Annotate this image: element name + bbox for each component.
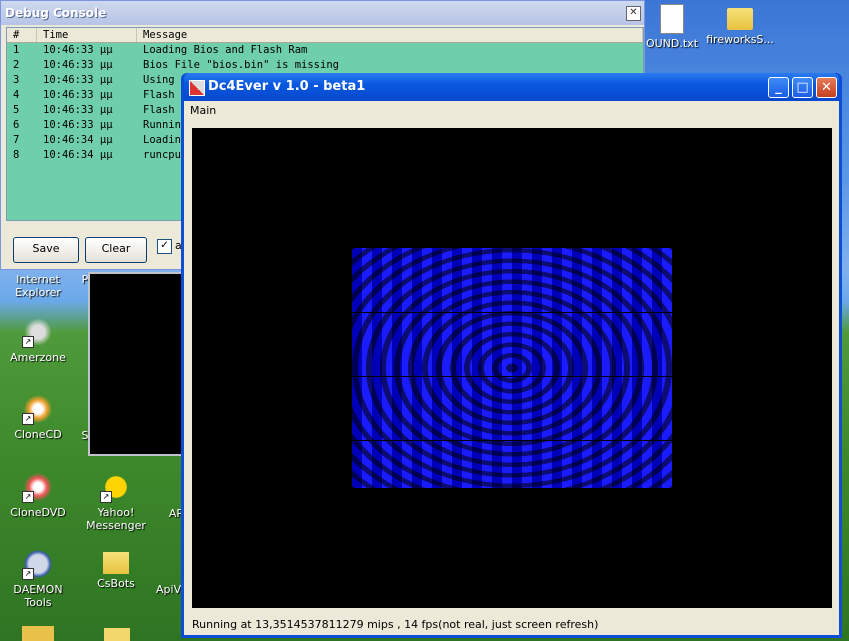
folder-icon (103, 552, 129, 574)
clear-button[interactable]: Clear (85, 237, 147, 263)
log-number: 2 (13, 59, 20, 71)
sheep-dvd-icon: ↗ (22, 471, 54, 503)
desktop-icon-label: Yahoo! Messenger (86, 506, 146, 532)
desktop-icon-yahoo-messenger[interactable]: ↗ Yahoo! Messenger (80, 471, 152, 532)
log-time: 10:46:33 μμ (43, 119, 113, 131)
desktop-icon-clonedvd[interactable]: ↗ CloneDVD (2, 471, 74, 519)
main-window[interactable]: Dc4Ever v 1.0 - beta1 _ □ ✕ Main Running… (181, 73, 842, 638)
desktop-icon-label: CloneCD (14, 428, 62, 441)
app-icon[interactable] (189, 80, 205, 96)
desktop-icon-label: CloneDVD (10, 506, 66, 519)
airplane-icon: ↗ (22, 316, 54, 348)
folder-icon (727, 8, 753, 30)
column-header-time[interactable]: Time (37, 28, 137, 42)
desktop-icon-label: fireworksS... (706, 33, 774, 46)
log-number: 6 (13, 119, 20, 131)
emulator-screen[interactable] (192, 128, 832, 608)
log-number: 3 (13, 74, 20, 86)
desktop-icon-label: DAEMON Tools (13, 583, 63, 609)
desktop-icon-clonecd[interactable]: ↗ CloneCD (2, 393, 74, 441)
debug-log-header: # Time Message (7, 28, 643, 43)
text-file-icon (660, 4, 684, 34)
shortcut-arrow-icon: ↗ (22, 568, 34, 580)
desktop-icon-amerzone[interactable]: ↗ Amerzone (2, 316, 74, 364)
main-client-area: Main Running at 13,3514537811279 mips , … (184, 101, 839, 635)
log-row[interactable]: 1 10:46:33 μμ Loading Bios and Flash Ram (7, 43, 643, 58)
desktop-icon-label: Internet Explorer (15, 273, 61, 299)
shortcut-arrow-icon: ↗ (22, 336, 34, 348)
log-time: 10:46:33 μμ (43, 59, 113, 71)
auto-checkbox[interactable]: ✓ (157, 239, 172, 254)
maximize-button[interactable]: □ (792, 77, 813, 98)
partial-folder-bottom (104, 628, 130, 641)
desktop-icon-daemon-tools[interactable]: ↗ DAEMON Tools (2, 548, 74, 609)
desktop-icon-label: Amerzone (10, 351, 66, 364)
debug-console-title: Debug Console (1, 1, 644, 25)
tunnel-band (352, 312, 672, 313)
smiley-icon: ↗ (100, 471, 132, 503)
log-number: 5 (13, 104, 20, 116)
main-title-bar[interactable]: Dc4Ever v 1.0 - beta1 _ □ ✕ (184, 73, 839, 101)
log-number: 4 (13, 89, 20, 101)
column-header-message[interactable]: Message (137, 28, 643, 42)
shortcut-arrow-icon: ↗ (100, 491, 112, 503)
log-number: 7 (13, 134, 20, 146)
menu-bar: Main (184, 101, 839, 120)
close-button[interactable]: ✕ (816, 77, 837, 98)
shortcut-arrow-icon: ↗ (22, 491, 34, 503)
tunnel-band (352, 376, 672, 377)
log-message: Loading Bios and Flash Ram (143, 44, 308, 56)
desktop-icon-ound-txt[interactable]: OUND.txt (636, 4, 708, 50)
log-time: 10:46:33 μμ (43, 44, 113, 56)
minimize-button[interactable]: _ (768, 77, 789, 98)
log-time: 10:46:34 μμ (43, 149, 113, 161)
close-icon[interactable]: ✕ (626, 6, 641, 21)
desktop-icon-label: OUND.txt (645, 37, 699, 50)
rendered-tunnel-graphic (352, 248, 672, 488)
sheep-disc-icon: ↗ (22, 393, 54, 425)
log-number: 1 (13, 44, 20, 56)
menu-item-main[interactable]: Main (190, 104, 216, 117)
log-time: 10:46:33 μμ (43, 89, 113, 101)
log-number: 8 (13, 149, 20, 161)
save-button[interactable]: Save (13, 237, 79, 263)
log-time: 10:46:33 μμ (43, 104, 113, 116)
log-row[interactable]: 2 10:46:33 μμ Bios File "bios.bin" is miss… (7, 58, 643, 73)
desktop-icon-fireworks[interactable]: fireworksS... (704, 4, 776, 46)
window-title: Dc4Ever v 1.0 - beta1 (208, 79, 366, 94)
desktop-icon-internet-explorer[interactable]: Internet Explorer (2, 273, 74, 299)
log-message: Bios File "bios.bin" is missing (143, 59, 339, 71)
column-header-number[interactable]: # (7, 28, 37, 42)
lightning-icon: ↗ (22, 548, 54, 580)
shortcut-arrow-icon: ↗ (22, 413, 34, 425)
status-bar-text: Running at 13,3514537811279 mips , 14 fp… (192, 618, 599, 631)
background-black-window (88, 272, 192, 456)
log-time: 10:46:33 μμ (43, 74, 113, 86)
partial-icon-bottom (22, 626, 54, 641)
tunnel-band (352, 440, 672, 441)
log-time: 10:46:34 μμ (43, 134, 113, 146)
